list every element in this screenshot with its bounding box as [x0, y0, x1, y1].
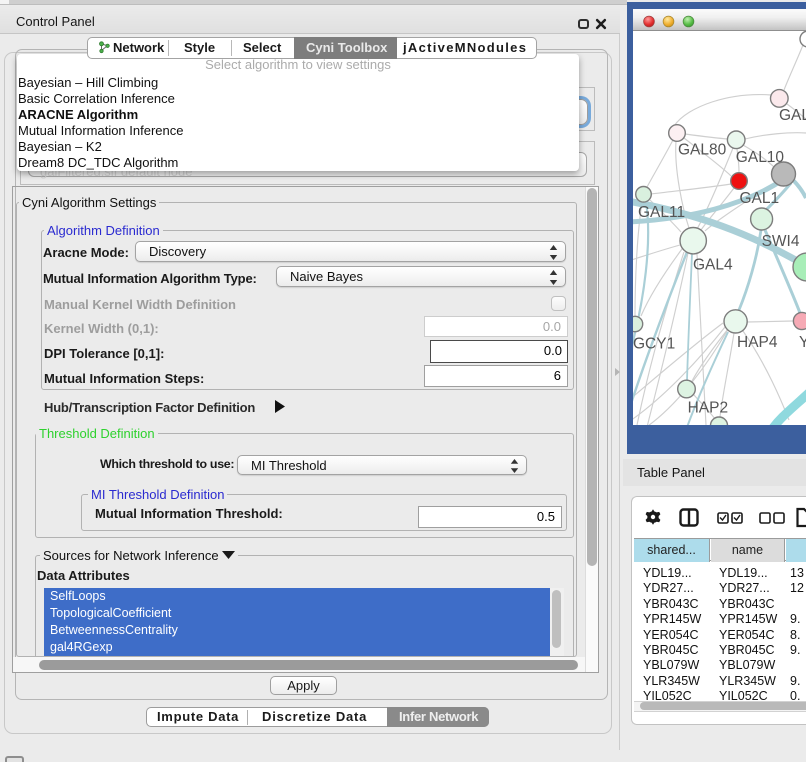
- svg-text:GAL4: GAL4: [693, 257, 733, 274]
- svg-text:GCY1: GCY1: [633, 336, 675, 353]
- svg-text:GAL10: GAL10: [736, 149, 785, 166]
- svg-text:HAP4: HAP4: [737, 334, 778, 351]
- svg-text:GAL2: GAL2: [779, 107, 806, 124]
- svg-text:SWI4: SWI4: [762, 233, 800, 250]
- svg-text:GAL1: GAL1: [740, 190, 780, 207]
- svg-text:GAL11: GAL11: [638, 204, 685, 221]
- svg-text:GAL80: GAL80: [678, 142, 727, 159]
- svg-text:HAP2: HAP2: [688, 400, 729, 417]
- svg-text:Y: Y: [799, 334, 806, 351]
